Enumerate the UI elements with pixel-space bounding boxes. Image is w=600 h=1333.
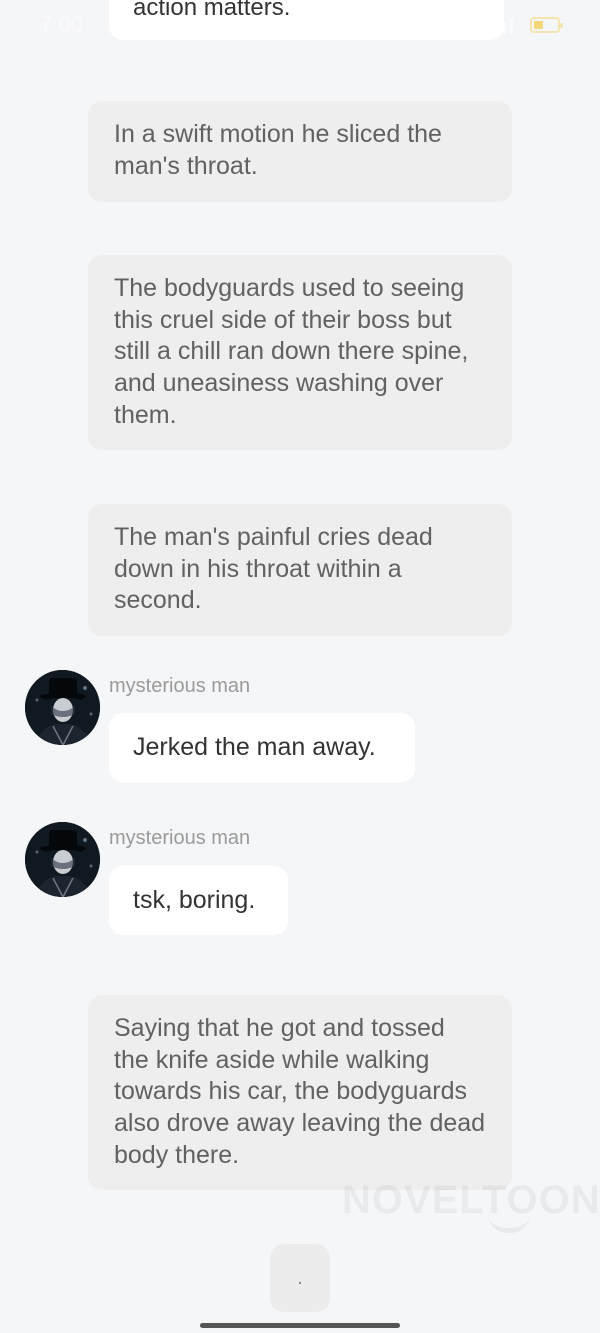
speaker-name: mysterious man [109,675,251,697]
status-time: 7:00 [40,12,83,37]
narration-bubble-2: The bodyguards used to seeing this cruel… [88,255,512,450]
avatar[interactable] [25,822,100,897]
narration-bubble-1: In a swift motion he sliced the man's th… [88,101,512,202]
status-bar: 7:00 [0,0,600,52]
avatar[interactable] [25,670,100,745]
speaker-name: mysterious man [109,827,251,849]
narration-text-1: In a swift motion he sliced the man's th… [114,120,442,180]
battery-icon [530,17,563,33]
narration-bubble-3: The man's painful cries dead down in his… [88,504,512,636]
continue-button-label: . [297,1266,303,1289]
dialogue-text: Jerked the man away. [133,733,376,761]
dialogue-text: tsk, boring. [133,886,256,914]
continue-button[interactable]: . [270,1244,330,1312]
narration-text-4: Saying that he got and tossed the knife … [114,1014,486,1169]
narration-text-2: The bodyguards used to seeing this cruel… [114,274,469,429]
narration-bubble-4: Saying that he got and tossed the knife … [88,995,512,1190]
home-indicator[interactable] [200,1323,400,1328]
dialogue-bubble: Jerked the man away. [109,713,415,782]
watermark-smile-icon [488,1214,530,1233]
watermark-logo: NOVELTOON [342,1178,600,1223]
narration-text-3: The man's painful cries dead down in his… [114,523,433,615]
character-portrait-icon [25,822,100,897]
character-portrait-icon [25,670,100,745]
signal-icon [503,17,513,34]
dialogue-bubble: tsk, boring. [109,866,288,935]
